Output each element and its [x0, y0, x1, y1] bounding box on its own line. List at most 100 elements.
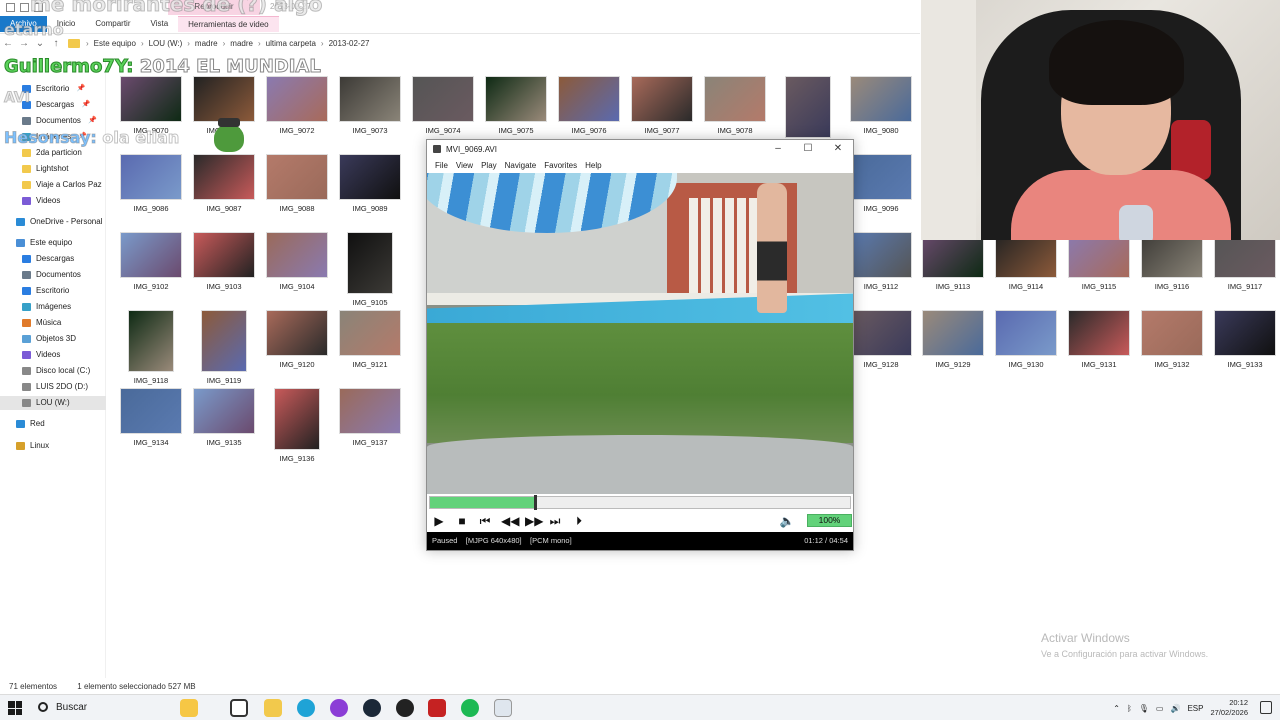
bluetooth-icon[interactable]: ᛒ [1127, 704, 1132, 713]
seek-bar[interactable] [429, 495, 851, 510]
file-thumbnail[interactable]: IMG_9072 [266, 76, 328, 135]
recent-chevron-icon[interactable]: ⌄ [32, 38, 48, 49]
edge-icon[interactable] [297, 699, 315, 717]
task-view-icon[interactable] [230, 699, 248, 717]
maximize-button[interactable]: ☐ [793, 140, 823, 158]
sidebar-item[interactable]: 2da particion [22, 146, 82, 160]
file-thumbnail[interactable]: IMG_9134 [120, 388, 182, 447]
chevron-up-icon[interactable]: ⌃ [1113, 704, 1120, 713]
file-thumbnail[interactable]: IMG_9115 [1068, 232, 1130, 291]
pin-icon[interactable]: 📌 [82, 98, 91, 112]
breadcrumb-madre[interactable]: madre [192, 39, 221, 48]
file-thumbnail[interactable]: IMG_9074 [412, 76, 474, 135]
speaker-icon[interactable]: 🔈 [779, 514, 795, 528]
file-thumbnail[interactable]: IMG_9117 [1214, 232, 1276, 291]
sidebar-item[interactable]: Lightshot [22, 162, 68, 176]
sidebar-item[interactable]: Disco local (C:) [22, 364, 90, 378]
up-arrow-icon[interactable]: ↑ [48, 38, 64, 49]
red-app-icon[interactable] [428, 699, 446, 717]
twitch-app-icon[interactable] [330, 699, 348, 717]
file-thumbnail[interactable]: IMG_9103 [193, 232, 255, 291]
volume-icon[interactable]: 🔊 [1170, 704, 1180, 713]
player-titlebar[interactable]: MVI_9069.AVI – ☐ ✕ [427, 140, 853, 158]
sidebar-item[interactable]: Objetos 3D [22, 332, 76, 346]
language-indicator[interactable]: ESP [1187, 704, 1203, 713]
file-explorer-icon[interactable] [264, 699, 282, 717]
save-icon[interactable] [6, 3, 15, 12]
file-thumbnail[interactable]: IMG_9120 [266, 310, 328, 369]
pin-icon[interactable]: 📌 [77, 82, 86, 96]
file-thumbnail[interactable]: IMG_9119 [193, 310, 255, 385]
pin-icon[interactable]: 📌 [88, 114, 97, 128]
spotify-icon[interactable] [461, 699, 479, 717]
sidebar-item[interactable]: Escritorio [22, 284, 69, 298]
file-thumbnail[interactable]: IMG_9137 [339, 388, 401, 447]
tab-vista[interactable]: Vista [141, 16, 179, 32]
close-button[interactable]: ✕ [823, 140, 853, 158]
file-thumbnail[interactable]: IMG_9132 [1141, 310, 1203, 369]
file-thumbnail[interactable]: IMG_9121 [339, 310, 401, 369]
file-thumbnail[interactable]: IMG_9076 [558, 76, 620, 135]
menu-view[interactable]: View [452, 158, 477, 173]
file-thumbnail[interactable]: IMG_9133 [1214, 310, 1276, 369]
fast-forward-button[interactable]: ▶▶ [525, 514, 543, 528]
rewind-button[interactable]: ◀◀ [501, 514, 519, 528]
file-thumbnail[interactable]: IMG_9073 [339, 76, 401, 135]
forward-arrow-icon[interactable]: → [16, 38, 32, 49]
file-thumbnail[interactable]: IMG_9075 [485, 76, 547, 135]
file-thumbnail[interactable]: IMG_9078 [704, 76, 766, 135]
file-thumbnail[interactable]: IMG_9130 [995, 310, 1057, 369]
tab-herramientas-video[interactable]: Herramientas de video [178, 16, 279, 32]
sidebar-item[interactable]: Red [16, 417, 45, 431]
sidebar-item[interactable]: LUIS 2DO (D:) [22, 380, 88, 394]
file-thumbnail[interactable]: IMG_9086 [120, 154, 182, 213]
file-thumbnail[interactable]: IMG_9112 [850, 232, 912, 291]
seek-handle[interactable] [534, 495, 537, 510]
file-thumbnail[interactable]: IMG_9116 [1141, 232, 1203, 291]
properties-icon[interactable] [20, 3, 29, 12]
sidebar-item[interactable]: Descargas [22, 252, 74, 266]
media-player-taskbar-icon[interactable] [494, 699, 512, 717]
menu-favorites[interactable]: Favorites [540, 158, 581, 173]
file-thumbnail[interactable]: IMG_9087 [193, 154, 255, 213]
volume-slider[interactable]: 100% [807, 514, 852, 527]
file-thumbnail[interactable]: IMG_9136 [266, 388, 328, 463]
breadcrumb-fecha[interactable]: 2013-02-27 [326, 39, 373, 48]
file-thumbnail[interactable]: IMG_9077 [631, 76, 693, 135]
file-thumbnail[interactable]: IMG_9131 [1068, 310, 1130, 369]
file-thumbnail[interactable]: IMG_9129 [922, 310, 984, 369]
clock[interactable]: 20:12 27/02/2026 [1210, 698, 1248, 718]
file-thumbnail[interactable]: IMG_9102 [120, 232, 182, 291]
file-thumbnail[interactable]: IMG_9113 [922, 232, 984, 291]
stop-button[interactable]: ■ [454, 514, 470, 528]
file-thumbnail[interactable]: IMG_9080 [850, 76, 912, 135]
frame-step-button[interactable]: ⏵ [571, 514, 587, 528]
breadcrumb-este-equipo[interactable]: Este equipo [91, 39, 139, 48]
file-thumbnail[interactable]: IMG_9096 [850, 154, 912, 213]
windows-start-icon[interactable] [8, 701, 22, 715]
minimize-button[interactable]: – [763, 140, 793, 158]
sidebar-item[interactable]: Linux [16, 439, 49, 453]
file-thumbnail[interactable]: IMG_9114 [995, 232, 1057, 291]
sidebar-item[interactable]: Música [22, 316, 61, 330]
file-thumbnail[interactable]: IMG_9135 [193, 388, 255, 447]
menu-navigate[interactable]: Navigate [501, 158, 541, 173]
play-button[interactable]: ▶ [431, 514, 447, 528]
steam-icon[interactable] [363, 699, 381, 717]
file-thumbnail[interactable]: IMG_9088 [266, 154, 328, 213]
sidebar-item[interactable]: OneDrive - Personal [16, 215, 102, 229]
file-thumbnail[interactable]: IMG_9128 [850, 310, 912, 369]
next-button[interactable]: ⏭ [547, 514, 563, 528]
breadcrumb-lou[interactable]: LOU (W:) [146, 39, 186, 48]
search-highlight-icon[interactable] [180, 699, 198, 717]
previous-button[interactable]: ⏮ [477, 514, 493, 528]
sidebar-item[interactable]: Viaje a Carlos Paz [22, 178, 102, 192]
sidebar-item[interactable]: Documentos [22, 268, 81, 282]
file-thumbnail[interactable]: IMG_9105 [339, 232, 401, 307]
notification-icon[interactable] [1260, 701, 1272, 714]
file-thumbnail[interactable]: IMG_9070 [120, 76, 182, 135]
tab-compartir[interactable]: Compartir [85, 16, 140, 32]
obs-icon[interactable] [396, 699, 414, 717]
menu-help[interactable]: Help [581, 158, 605, 173]
back-arrow-icon[interactable]: ← [0, 38, 16, 49]
